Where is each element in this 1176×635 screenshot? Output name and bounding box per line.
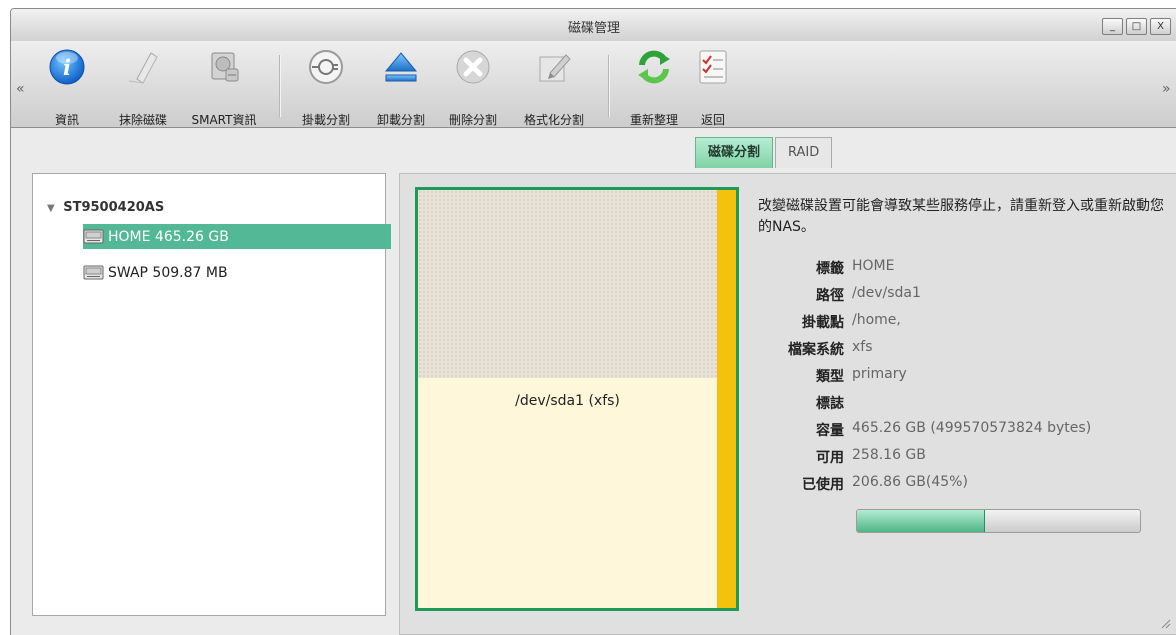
property-row: 類型 primary	[750, 366, 1170, 393]
tree-item-label: SWAP 509.87 MB	[108, 264, 228, 281]
disk-name: ST9500420AS	[63, 200, 165, 215]
property-value: HOME	[852, 258, 895, 274]
partition-block[interactable]: /dev/sda1 (xfs)	[415, 187, 739, 611]
property-row: 標誌	[750, 393, 1170, 420]
unmount-partition-label: 卸載分割	[376, 113, 425, 127]
disk-management-window: 磁碟管理 _ □ X « » i 資訊 抹除磁碟 SMART資訊 掛載分割 卸載…	[10, 8, 1176, 635]
property-row: 標籤 HOME	[750, 258, 1170, 285]
property-value: xfs	[852, 339, 873, 355]
partition-detail-panel: /dev/sda1 (xfs) 改變磁碟設置可能會導致某些服務停止，請重新登入或…	[399, 173, 1176, 635]
property-label: 類型	[816, 369, 844, 385]
format-icon	[539, 54, 571, 82]
property-value: primary	[852, 366, 907, 382]
erase-disk-button[interactable]: 抹除磁碟	[105, 47, 181, 131]
property-row: 已使用 206.86 GB(45%)	[750, 474, 1170, 501]
title-bar[interactable]: 磁碟管理 _ □ X	[11, 9, 1176, 41]
maximize-button[interactable]: □	[1126, 18, 1147, 35]
toolbar: « » i 資訊 抹除磁碟 SMART資訊 掛載分割 卸載分割 刪除分割 格式化…	[11, 41, 1176, 128]
warning-text: 改變磁碟設置可能會導致某些服務停止，請重新登入或重新啟動您的NAS。	[758, 198, 1164, 235]
unmount-partition-button[interactable]: 卸載分割	[366, 47, 436, 131]
tab-partitions[interactable]: 磁碟分割	[695, 137, 774, 168]
tree-item-home[interactable]: HOME 465.26 GB	[83, 224, 391, 249]
partition-used-area	[418, 190, 717, 378]
tab-raid[interactable]: RAID	[775, 137, 833, 168]
property-row: 檔案系統 xfs	[750, 339, 1170, 366]
toolbar-scroll-right-button[interactable]: »	[1162, 81, 1171, 97]
hard-drive-icon	[83, 265, 104, 280]
delete-partition-button[interactable]: 刪除分割	[438, 47, 508, 131]
mount-partition-label: 掛載分割	[301, 113, 350, 127]
back-button[interactable]: 返回	[693, 47, 733, 131]
mount-partition-button[interactable]: 掛載分割	[290, 47, 362, 131]
property-value: 465.26 GB (499570573824 bytes)	[852, 420, 1092, 436]
toolbar-separator	[608, 55, 610, 117]
resize-grip-icon[interactable]	[1159, 617, 1171, 629]
disk-tree: ▼ ST9500420AS HOME 465.26 GB SWAP 509.87…	[32, 173, 391, 616]
property-row: 路徑/dev/sda1	[750, 285, 1170, 312]
view-tabs: 磁碟分割 RAID	[695, 137, 833, 168]
toolbar-scroll-left-button[interactable]: «	[16, 81, 25, 97]
toolbar-separator	[279, 55, 281, 117]
property-value: 206.86 GB(45%)	[852, 474, 968, 490]
window-title: 磁碟管理	[567, 21, 620, 36]
eraser-icon	[128, 52, 158, 84]
checklist-icon	[699, 50, 727, 84]
format-partition-button[interactable]: 格式化分割	[511, 47, 597, 131]
info-icon: i	[49, 49, 85, 85]
property-value: /dev/sda1	[852, 285, 921, 301]
disk-health-icon	[211, 52, 239, 82]
property-label: 標誌	[816, 396, 844, 412]
property-label: 掛載點	[802, 315, 844, 331]
info-button-label: 資訊	[54, 113, 79, 127]
minimize-button[interactable]: _	[1102, 18, 1123, 35]
partition-name: /dev/sda1 (xfs)	[515, 393, 620, 409]
format-partition-label: 格式化分割	[523, 113, 584, 127]
close-button[interactable]: X	[1150, 18, 1171, 35]
eject-icon	[384, 52, 418, 82]
usage-progress-fill	[857, 510, 986, 532]
tree-disk-node[interactable]: ▼ ST9500420AS	[47, 200, 164, 215]
back-label: 返回	[700, 113, 725, 127]
property-label: 檔案系統	[788, 342, 844, 358]
refresh-button[interactable]: 重新整理	[617, 47, 691, 131]
info-button[interactable]: i 資訊	[47, 47, 87, 131]
expand-triangle-icon[interactable]: ▼	[47, 203, 55, 214]
partition-properties: 標籤 HOME 路徑/dev/sda1 掛載點/home, 檔案系統 xfs 類型 p…	[750, 258, 1170, 501]
property-label: 可用	[816, 450, 844, 466]
smart-info-label: SMART資訊	[191, 113, 257, 127]
property-label: 路徑	[816, 288, 844, 304]
refresh-icon	[638, 50, 670, 84]
property-row: 可用 258.16 GB	[750, 447, 1170, 474]
smart-info-button[interactable]: SMART資訊	[181, 47, 267, 131]
hard-drive-icon	[83, 229, 104, 244]
svg-text:i: i	[63, 55, 71, 80]
property-value: 258.16 GB	[852, 447, 926, 463]
partition-size-bar	[717, 190, 736, 608]
delete-icon	[456, 50, 490, 84]
usage-progress-bar	[856, 509, 1141, 533]
window-controls: _ □ X	[1102, 18, 1171, 35]
erase-disk-label: 抹除磁碟	[118, 113, 167, 127]
property-value: /home,	[852, 312, 901, 328]
property-row: 容量 465.26 GB (499570573824 bytes)	[750, 420, 1170, 447]
refresh-label: 重新整理	[629, 113, 678, 127]
property-row: 掛載點/home,	[750, 312, 1170, 339]
tree-item-label: HOME 465.26 GB	[108, 228, 229, 245]
property-label: 標籤	[816, 261, 844, 277]
tree-item-swap[interactable]: SWAP 509.87 MB	[83, 260, 391, 285]
mount-icon	[309, 50, 343, 84]
delete-partition-label: 刪除分割	[448, 113, 497, 127]
property-label: 容量	[816, 423, 844, 439]
property-label: 已使用	[802, 477, 844, 493]
